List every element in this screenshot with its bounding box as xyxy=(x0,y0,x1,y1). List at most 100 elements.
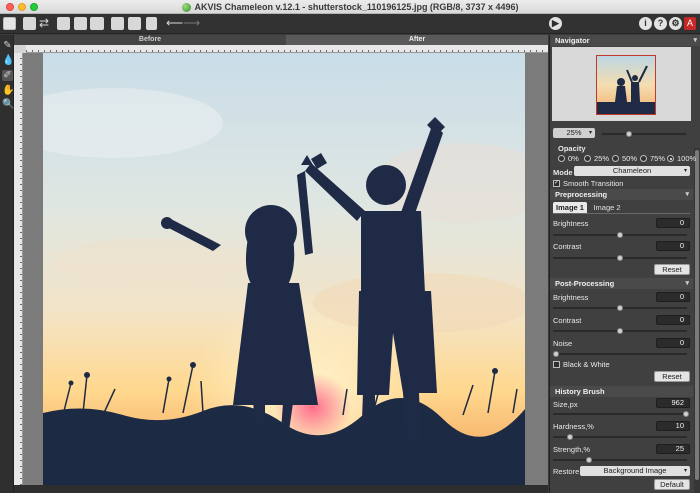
preprocessing-title: Preprocessing xyxy=(555,190,608,199)
app-logo-icon xyxy=(181,2,191,12)
save-icon[interactable] xyxy=(57,17,70,30)
size-knob[interactable] xyxy=(683,411,689,417)
hand-icon[interactable]: ✋ xyxy=(2,85,14,96)
post-brightness-slider[interactable] xyxy=(553,305,687,311)
strength-slider[interactable] xyxy=(553,457,687,463)
navigator-header[interactable]: Navigator ▾ xyxy=(550,35,700,46)
chevron-down-icon: ▾ xyxy=(685,280,689,287)
post-contrast-label: Contrast xyxy=(553,316,582,325)
strength-value[interactable]: 25 xyxy=(656,444,690,454)
layer-icon[interactable] xyxy=(146,17,157,30)
share-icon[interactable] xyxy=(111,17,124,30)
pre-contrast-label: Contrast xyxy=(553,242,582,251)
mode-select[interactable]: Chameleon ▾ xyxy=(574,166,690,176)
opacity-option-label: 0% xyxy=(568,154,579,163)
opacity-radio-100[interactable] xyxy=(667,155,674,162)
info-icon[interactable]: i xyxy=(639,17,652,30)
smooth-transition-checkbox[interactable]: ✓ xyxy=(553,180,560,187)
strength-knob[interactable] xyxy=(586,457,592,463)
opacity-radio-25[interactable] xyxy=(584,155,591,162)
opacity-radio-75[interactable] xyxy=(640,155,647,162)
navigator-viewport[interactable] xyxy=(596,55,656,115)
redo-icon[interactable]: ⟶ xyxy=(183,16,200,30)
pre-contrast-value[interactable]: 0 xyxy=(656,241,690,251)
post-brightness-value[interactable]: 0 xyxy=(656,292,690,302)
opacity-radio-50[interactable] xyxy=(612,155,619,162)
zoom-slider[interactable] xyxy=(602,131,686,137)
panel-scrollbar[interactable] xyxy=(694,148,700,493)
post-brightness-knob[interactable] xyxy=(617,305,623,311)
pre-reset-button[interactable]: Reset xyxy=(654,264,690,275)
vertical-ruler xyxy=(14,53,23,485)
chevron-down-icon: ▾ xyxy=(683,468,687,474)
main-image[interactable] xyxy=(43,53,525,485)
run-icon[interactable]: ▶ xyxy=(549,17,562,30)
zoom-slider-knob[interactable] xyxy=(626,131,632,137)
noise-knob[interactable] xyxy=(553,351,559,357)
zoom-select[interactable]: 25% ▾ xyxy=(553,128,595,138)
tab-image-2[interactable]: Image 2 xyxy=(590,202,624,213)
postprocessing-header[interactable]: Post-Processing ▾ xyxy=(550,278,693,289)
tab-after[interactable]: After xyxy=(286,35,548,45)
noise-slider[interactable] xyxy=(553,351,687,357)
ruler-corner xyxy=(14,45,26,53)
navigator-title: Navigator xyxy=(555,36,590,45)
view-tabs: Before After xyxy=(14,35,548,45)
swap-icon[interactable]: ⇄ xyxy=(39,16,49,30)
settings-icon[interactable]: ⚙ xyxy=(669,17,682,30)
history-brush-icon[interactable]: ✐ xyxy=(2,70,13,81)
batch-icon[interactable] xyxy=(128,17,141,30)
restore-value: Background Image xyxy=(603,466,667,475)
chevron-down-icon: ▾ xyxy=(683,168,687,174)
default-button[interactable]: Default xyxy=(654,479,690,490)
title-bar: AKVIS Chameleon v.12.1 - shutterstock_11… xyxy=(0,0,700,14)
pre-brightness-knob[interactable] xyxy=(617,232,623,238)
panel-scrollbar-thumb[interactable] xyxy=(695,150,699,480)
opacity-option-label: 75% xyxy=(650,154,666,163)
opacity-radio-0[interactable] xyxy=(558,155,565,162)
black-white-checkbox[interactable] xyxy=(553,361,560,368)
hardness-knob[interactable] xyxy=(567,434,573,440)
restore-label: Restore xyxy=(553,467,580,476)
size-slider[interactable] xyxy=(553,411,689,417)
restore-select[interactable]: Background Image ▾ xyxy=(580,466,690,476)
post-contrast-slider[interactable] xyxy=(553,328,687,334)
post-contrast-value[interactable]: 0 xyxy=(656,315,690,325)
preprocessing-header[interactable]: Preprocessing ▾ xyxy=(550,189,693,200)
mode-label: Mode xyxy=(553,168,573,177)
pre-brightness-slider[interactable] xyxy=(553,232,687,238)
open-icon[interactable] xyxy=(23,17,36,30)
silhouette-photo xyxy=(43,53,525,485)
save-as-icon[interactable] xyxy=(74,17,87,30)
settings-panel: Navigator ▾ 25% ▾ Opacity 0% 25% 50% 75% xyxy=(549,35,700,493)
post-reset-button[interactable]: Reset xyxy=(654,371,690,382)
pre-contrast-slider[interactable] xyxy=(553,255,687,261)
history-brush-header: History Brush xyxy=(550,386,693,397)
zoom-value: 25% xyxy=(566,128,582,137)
chevron-down-icon: ▾ xyxy=(685,191,689,198)
horizontal-scrollbar[interactable] xyxy=(14,485,548,493)
pre-contrast-knob[interactable] xyxy=(617,255,623,261)
akvis-icon[interactable]: A xyxy=(684,17,696,30)
image-mode-icon[interactable] xyxy=(3,17,16,30)
eraser-drop-icon[interactable]: 💧 xyxy=(2,55,14,66)
undo-icon[interactable]: ⟵ xyxy=(166,16,183,30)
opacity-label: Opacity xyxy=(558,144,586,153)
zoom-icon[interactable]: 🔍 xyxy=(2,99,14,110)
hardness-value[interactable]: 10 xyxy=(656,421,690,431)
size-value[interactable]: 962 xyxy=(656,398,690,408)
pre-brightness-value[interactable]: 0 xyxy=(656,218,690,228)
navigator-preview[interactable] xyxy=(552,47,691,121)
help-icon[interactable]: ? xyxy=(654,17,667,30)
noise-value[interactable]: 0 xyxy=(656,338,690,348)
print-icon[interactable] xyxy=(90,17,104,30)
post-contrast-knob[interactable] xyxy=(617,328,623,334)
hardness-label: Hardness,% xyxy=(553,422,594,431)
hardness-slider[interactable] xyxy=(553,434,687,440)
tab-image-1[interactable]: Image 1 xyxy=(553,202,587,213)
tab-before[interactable]: Before xyxy=(14,35,286,45)
opacity-option-label: 50% xyxy=(622,154,638,163)
size-label: Size,px xyxy=(553,400,578,409)
postprocessing-title: Post-Processing xyxy=(555,279,615,288)
chameleon-brush-icon[interactable]: ✎ xyxy=(2,40,13,51)
